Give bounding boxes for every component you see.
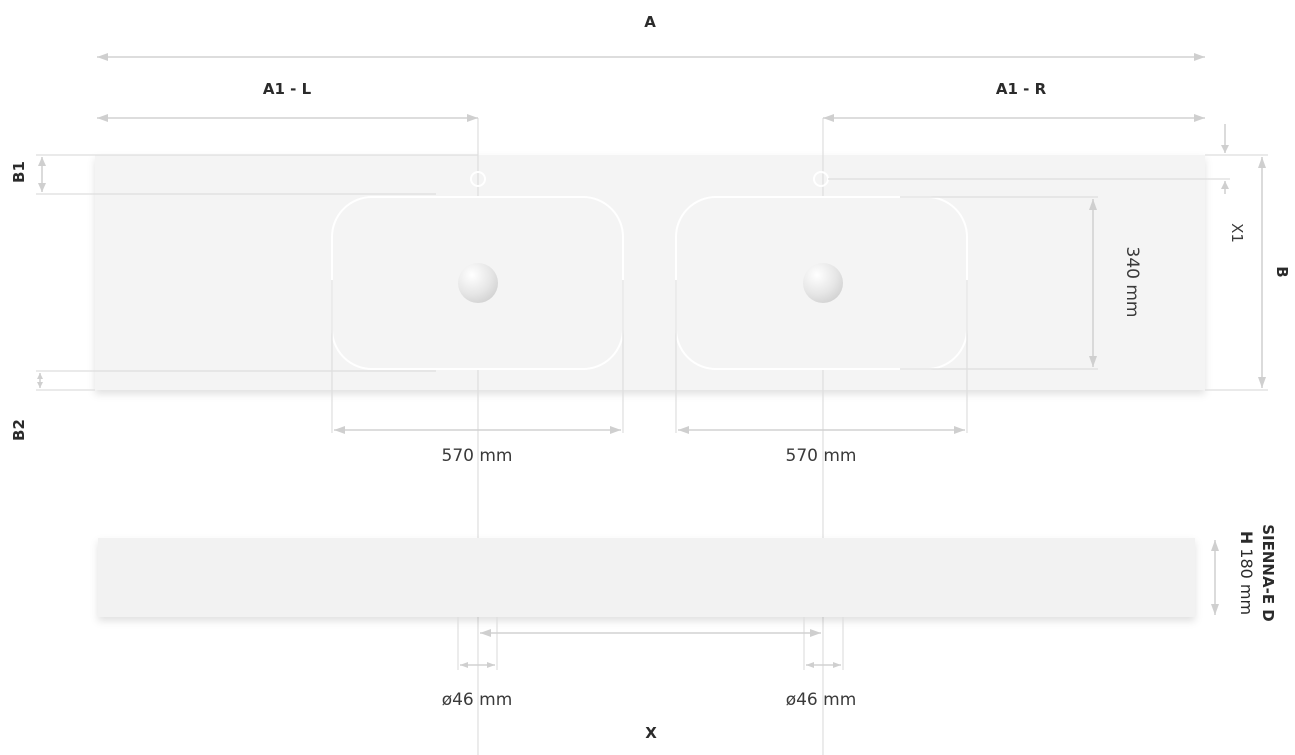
side-view-height-label: H 180 mm: [1237, 531, 1256, 615]
dimension-side-height: [1211, 540, 1219, 615]
dimension-a1-right: [823, 114, 1205, 122]
label-drain-left-diameter: ø46 mm: [442, 690, 513, 710]
label-basin-left-width: 570 mm: [442, 446, 513, 466]
label-basin-right-width: 570 mm: [786, 446, 857, 466]
dimension-a1-left: [97, 114, 478, 122]
label-drain-right-diameter: ø46 mm: [786, 690, 857, 710]
label-a1-right: A1 - R: [996, 80, 1047, 98]
label-basin-depth: 340 mm: [1122, 247, 1142, 318]
drain-right: [803, 263, 843, 303]
dimension-x: [480, 629, 821, 637]
label-x: X: [645, 724, 657, 742]
label-a1-left: A1 - L: [263, 80, 312, 98]
label-b: B: [1273, 266, 1291, 277]
side-view-height-value: 180 mm: [1237, 548, 1256, 615]
side-view-height-prefix: H: [1237, 531, 1256, 544]
countertop-side-view: [98, 538, 1195, 617]
label-a: A: [644, 13, 656, 31]
label-b2: B2: [10, 419, 28, 441]
side-view-model-label: SIENNA-E D: [1259, 524, 1277, 622]
label-x1: X1: [1228, 223, 1246, 243]
drain-left: [458, 263, 498, 303]
dimension-a: [97, 53, 1205, 61]
countertop-top-view: [95, 155, 1205, 390]
dimension-b: [1205, 154, 1268, 391]
label-b1: B1: [10, 161, 28, 183]
technical-drawing: A A1 - L A1 - R B1 B2 570 mm 570 mm 340 …: [10, 13, 1291, 755]
